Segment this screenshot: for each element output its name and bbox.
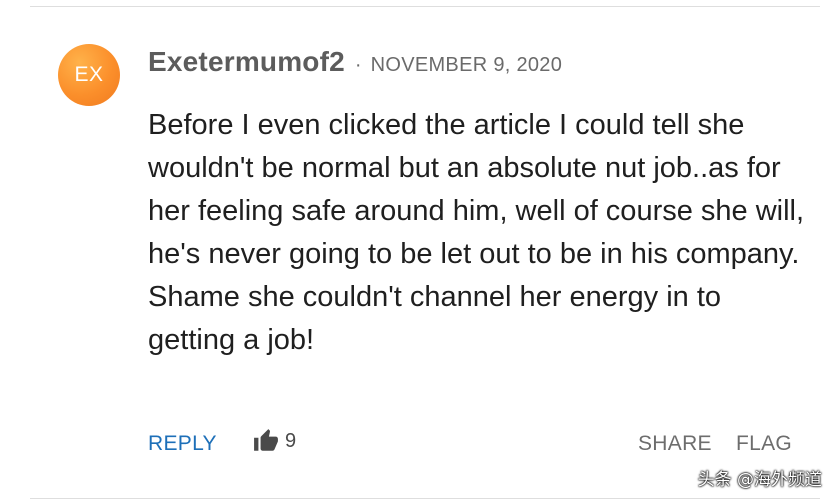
top-divider <box>30 6 820 7</box>
username[interactable]: Exetermumof2 <box>148 46 345 78</box>
reply-button[interactable]: REPLY <box>148 432 217 456</box>
like-count: 9 <box>285 429 297 452</box>
avatar-initials: EX <box>74 63 104 86</box>
avatar[interactable]: EX <box>58 44 120 106</box>
watermark: 头条 @海外频道 <box>697 470 822 490</box>
thumbs-up-icon <box>253 428 279 454</box>
comment-body: Before I even clicked the article I coul… <box>148 109 805 356</box>
like-button[interactable]: 9 <box>253 428 296 454</box>
comment-date: NOVEMBER 9, 2020 <box>370 54 563 76</box>
comment-header: Exetermumof2 · NOVEMBER 9, 2020 <box>148 46 562 78</box>
share-button[interactable]: SHARE <box>638 432 712 456</box>
bottom-divider <box>30 498 820 499</box>
flag-button[interactable]: FLAG <box>736 432 792 456</box>
separator-dot: · <box>354 54 362 76</box>
